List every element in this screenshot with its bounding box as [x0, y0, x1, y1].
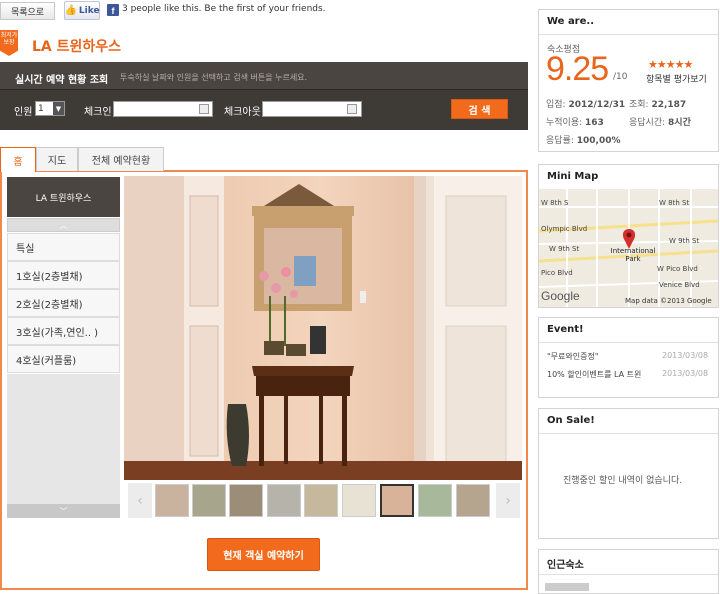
map-street-label: W 9th St [669, 237, 700, 245]
map-attribution: Map data ©2013 Google [625, 297, 712, 305]
map-street-label: W 9th St [549, 245, 580, 253]
scroll-up-button[interactable]: ︿ [7, 218, 120, 232]
thumbnail[interactable] [304, 484, 338, 517]
score-value: 9.25 [546, 50, 609, 88]
event-item-title[interactable]: "무료와인증정" [547, 351, 599, 362]
thumbs-up-icon: 👍 [64, 5, 77, 16]
search-description: 투숙하실 날짜와 인원을 선택하고 검색 버튼을 누르세요. [120, 73, 308, 82]
stat-opened: 입점: 2012/12/31 [546, 100, 626, 110]
map-poi-label: International Park [610, 247, 656, 263]
checkout-label: 체크아웃 [224, 107, 261, 118]
thumbnail-selected[interactable] [380, 484, 414, 517]
checkin-label: 체크인 [84, 107, 112, 118]
room-list-header: LA 트윈하우스 [7, 177, 120, 217]
chevron-left-icon: ‹ [137, 492, 143, 509]
checkin-input[interactable] [113, 101, 213, 117]
stat-views: 조회: 22,187 [629, 100, 687, 110]
room-item[interactable]: 2호실(2층별채) [7, 289, 120, 317]
facebook-icon: f [107, 4, 119, 16]
panel-title: Event! [547, 324, 584, 335]
map-street-label: W 8th St [659, 199, 690, 207]
facebook-like-text: 3 people like this. Be the first of your… [122, 4, 326, 14]
sale-empty-message: 진행중인 할인 내역이 없습니다. [563, 476, 683, 486]
thumbnail[interactable] [456, 484, 490, 517]
tab-map[interactable]: 지도 [36, 147, 78, 171]
stat-response-time: 응답시간: 8시간 [629, 118, 691, 128]
map-street-label: Olympic Blvd [541, 225, 588, 233]
score-max: /10 [613, 72, 628, 82]
map-street-label: W Pico Blvd [657, 265, 698, 273]
chevron-up-icon: ︿ [59, 220, 68, 230]
map-street-label: Venice Blvd [659, 281, 700, 289]
mini-map[interactable]: W 8th S W 8th St Olympic Blvd W 9th St W… [539, 189, 718, 307]
map-logo: Google [541, 289, 580, 303]
search-title: 실시간 예약 현황 조회 [15, 75, 109, 86]
panel-title: 인근숙소 [547, 560, 584, 571]
thumbnail[interactable] [155, 484, 189, 517]
hotel-title: LA 트윈하우스 [32, 39, 122, 55]
stat-response-rate: 응답률: 100,00% [546, 136, 621, 146]
reserve-room-button[interactable]: 현재 객실 예약하기 [207, 538, 320, 571]
list-button[interactable]: 목록으로 [0, 2, 55, 20]
room-item[interactable]: 4호실(커플룸) [7, 345, 120, 373]
panel-title: We are.. [547, 16, 594, 27]
thumbnail-prev-button[interactable]: ‹ [128, 483, 152, 518]
main-room-photo [124, 176, 522, 480]
divider [539, 574, 718, 575]
map-street-label: Pico Blvd [541, 269, 573, 277]
thumbnail[interactable] [267, 484, 301, 517]
calendar-icon[interactable] [347, 104, 357, 114]
tab-home[interactable]: 홈 [0, 147, 36, 172]
stat-total-use: 누적이용: 163 [546, 118, 604, 128]
room-item[interactable]: 1호실(2층별채) [7, 261, 120, 289]
star-rating: ★★★★★ [648, 58, 693, 71]
room-list-empty-area [7, 374, 120, 504]
scroll-down-button[interactable]: ﹀ [7, 504, 120, 518]
divider [539, 342, 718, 343]
thumbnail[interactable] [229, 484, 263, 517]
thumbnail[interactable] [192, 484, 226, 517]
divider [539, 433, 718, 434]
map-street-label: W 8th S [541, 199, 569, 207]
panel-title: Mini Map [547, 171, 599, 182]
guests-value: 1 [38, 103, 44, 114]
calendar-icon[interactable] [199, 104, 209, 114]
chevron-down-icon: ﹀ [59, 506, 68, 516]
search-button[interactable]: 검 색 [451, 99, 508, 119]
best-price-ribbon: 최저가 보장 [0, 30, 18, 56]
reviews-link[interactable]: 항목별 평가보기 [646, 72, 707, 85]
panel-title: On Sale! [547, 415, 595, 426]
thumbnail[interactable] [418, 484, 452, 517]
room-item[interactable]: 3호실(가족,연인.. ) [7, 317, 120, 345]
room-item[interactable]: 특실 [7, 233, 120, 261]
divider [539, 34, 718, 35]
event-item-date: 2013/03/08 [662, 351, 709, 360]
thumbnail[interactable] [342, 484, 376, 517]
facebook-like-button[interactable]: 👍 Like [64, 1, 100, 20]
like-label: Like [78, 5, 100, 16]
thumbnail-next-button[interactable]: › [496, 483, 520, 518]
event-item-title[interactable]: 10% 할인이벤트를 LA 트윈 [547, 369, 641, 380]
guests-label: 인원 [14, 107, 33, 118]
chevron-down-icon[interactable]: ▼ [53, 102, 64, 115]
tab-reservation-status[interactable]: 전체 예약현황 [78, 147, 164, 171]
event-item-date: 2013/03/08 [662, 369, 709, 378]
chevron-right-icon: › [505, 492, 511, 509]
